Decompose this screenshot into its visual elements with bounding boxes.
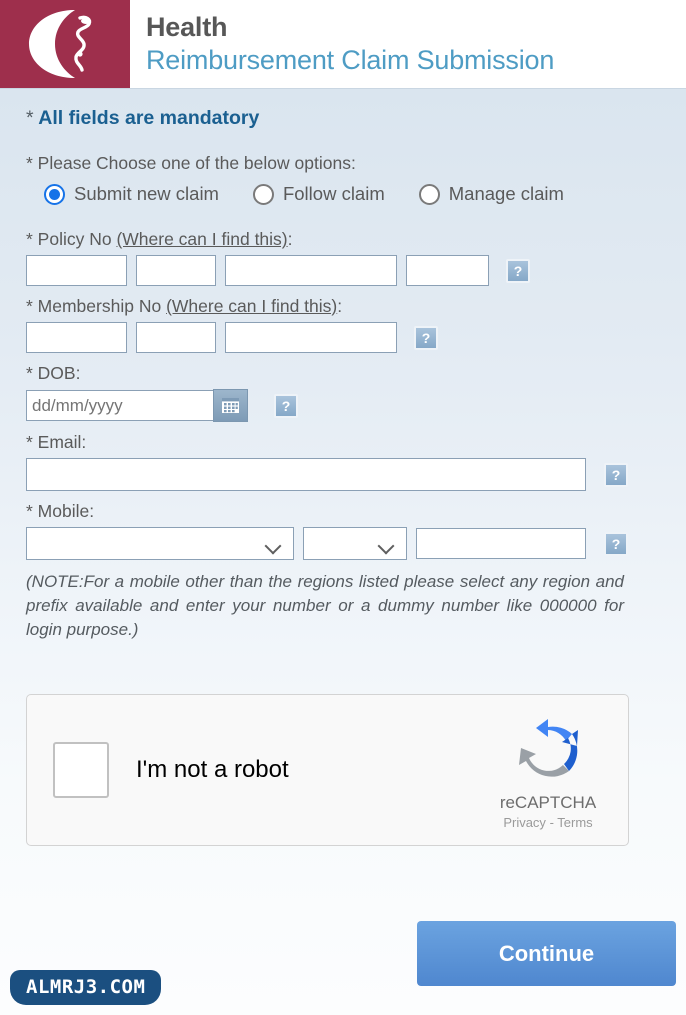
page-header: Health Reimbursement Claim Submission xyxy=(0,0,686,89)
radio-indicator-follow[interactable] xyxy=(252,183,274,205)
dob-help-icon[interactable]: ? xyxy=(274,393,298,418)
mandatory-label: All fields are mandatory xyxy=(38,107,260,129)
policy-label-suffix: : xyxy=(287,229,293,249)
membership-input-1[interactable] xyxy=(26,322,127,353)
membership-no-label: * Membership No (Where can I find this): xyxy=(26,296,660,317)
choose-option-label: * Please Choose one of the below options… xyxy=(26,153,356,173)
dob-input-row: ? xyxy=(26,389,660,422)
policy-no-inputs: ? xyxy=(26,255,660,286)
radio-submit-new-claim[interactable]: Submit new claim xyxy=(44,183,219,205)
page-subtitle: Reimbursement Claim Submission xyxy=(146,45,555,75)
logo-container xyxy=(0,0,130,88)
membership-input-2[interactable] xyxy=(136,322,216,353)
recaptcha-terms-link[interactable]: Terms xyxy=(557,815,592,830)
mobile-label: * Mobile: xyxy=(26,501,95,521)
radio-indicator-submit[interactable] xyxy=(44,183,65,205)
calendar-icon[interactable] xyxy=(213,389,248,422)
email-label: * Email: xyxy=(26,432,87,452)
recaptcha-brand-name: reCAPTCHA xyxy=(499,793,597,813)
page-title: Health xyxy=(146,11,228,42)
claim-type-radio-group: Submit new claim Follow claim Manage cla… xyxy=(26,183,660,205)
policy-input-1[interactable] xyxy=(26,255,127,286)
membership-help-link[interactable]: (Where can I find this) xyxy=(166,296,337,316)
recaptcha-links: Privacy - Terms xyxy=(490,815,606,830)
membership-input-3[interactable] xyxy=(225,322,397,353)
email-input[interactable] xyxy=(26,458,586,491)
mobile-note: (NOTE:For a mobile other than the region… xyxy=(26,572,624,640)
radio-follow-claim[interactable]: Follow claim xyxy=(252,183,385,205)
form-container: * All fields are mandatory * Please Choo… xyxy=(0,89,686,1015)
email-help-icon[interactable]: ? xyxy=(604,462,628,487)
site-watermark: ALMRJ3.COM xyxy=(10,970,162,1005)
mobile-help-icon[interactable]: ? xyxy=(604,531,628,556)
recaptcha-branding: reCAPTCHA Privacy - Terms xyxy=(490,717,606,830)
email-input-row: ? xyxy=(26,458,660,491)
policy-input-3[interactable] xyxy=(225,255,397,286)
radio-label-submit: Submit new claim xyxy=(74,183,219,204)
membership-help-icon[interactable]: ? xyxy=(414,325,438,350)
membership-label-suffix: : xyxy=(337,296,343,316)
policy-no-label: * Policy No (Where can I find this): xyxy=(26,229,660,250)
membership-label-prefix: * Membership No xyxy=(26,296,167,316)
recaptcha-checkbox[interactable] xyxy=(53,742,109,799)
recaptcha-widget: I'm not a robot reCAPTCHA Privacy - Term… xyxy=(26,694,629,847)
policy-input-4[interactable] xyxy=(406,255,489,286)
continue-button[interactable]: Continue xyxy=(417,921,676,986)
policy-help-icon[interactable]: ? xyxy=(506,258,530,283)
header-title-block: Health Reimbursement Claim Submission xyxy=(130,0,686,88)
mobile-number-input[interactable] xyxy=(416,528,586,559)
dob-label: * DOB: xyxy=(26,363,81,383)
mobile-prefix-select[interactable] xyxy=(303,527,407,560)
mandatory-star: * xyxy=(26,107,34,129)
recaptcha-logo-icon xyxy=(519,719,578,778)
recaptcha-link-separator: - xyxy=(549,815,554,831)
radio-label-manage: Manage claim xyxy=(448,183,564,204)
calendar-glyph xyxy=(222,398,239,413)
membership-no-inputs: ? xyxy=(26,322,660,353)
radio-manage-claim[interactable]: Manage claim xyxy=(418,183,564,205)
mobile-input-row: ? xyxy=(26,527,660,560)
mandatory-notice: * All fields are mandatory xyxy=(26,107,660,130)
policy-input-2[interactable] xyxy=(136,255,216,286)
policy-help-link[interactable]: (Where can I find this) xyxy=(116,229,287,249)
dob-input[interactable] xyxy=(26,390,214,421)
recaptcha-label: I'm not a robot xyxy=(136,756,289,784)
mobile-region-select[interactable] xyxy=(26,527,294,560)
radio-indicator-manage[interactable] xyxy=(418,183,440,205)
crescent-caduceus-logo-icon xyxy=(29,10,92,78)
radio-label-follow: Follow claim xyxy=(282,183,385,204)
recaptcha-privacy-link[interactable]: Privacy xyxy=(503,815,546,830)
policy-label-prefix: * Policy No xyxy=(26,229,117,249)
